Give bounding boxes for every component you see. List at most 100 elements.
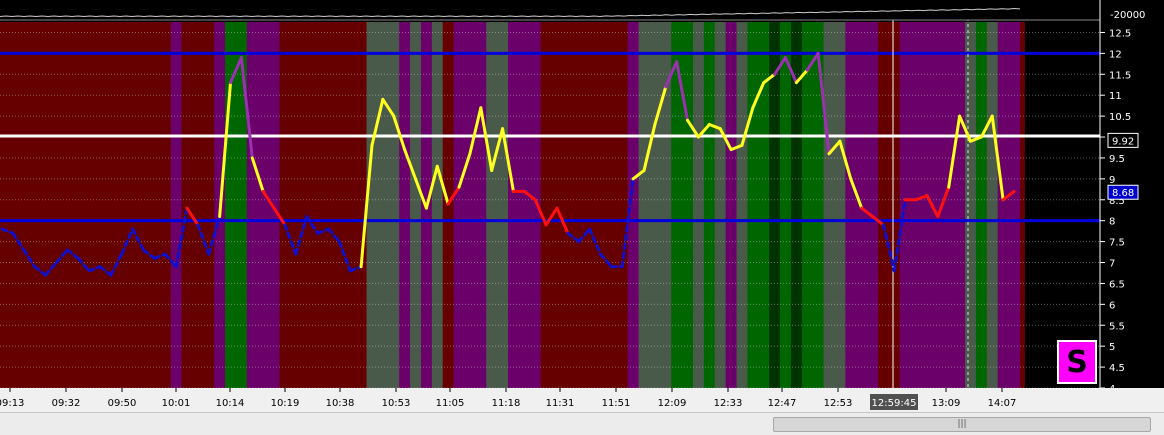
top-panel-label: -20000 [1110,10,1145,21]
band [83,22,96,388]
x-tick-label: 09:13 [0,398,24,409]
band [301,22,313,388]
band [475,22,487,388]
x-tick-label: 12:09 [658,398,687,409]
background-bands [0,0,1164,412]
band [877,22,890,388]
x-tick-label: 11:05 [436,398,465,409]
y-tick-label: 11 [1109,91,1122,102]
band [40,22,52,388]
band [312,22,324,388]
x-tick-label: 11:51 [602,398,631,409]
band [235,22,248,388]
band [246,22,259,388]
band [703,22,716,388]
x-tick-label: 11:31 [546,398,575,409]
scroll-thumb[interactable]: ||| [773,417,1151,432]
band [573,22,585,388]
band [399,22,411,388]
x-tick-label: 10:14 [216,398,245,409]
y-tick-label: 7 [1109,259,1115,270]
x-tick-label: 12:33 [714,398,743,409]
y-tick-label: 12 [1109,49,1122,60]
band [605,22,618,388]
band [377,22,389,388]
band [823,22,836,388]
x-tick-label: 09:32 [52,398,81,409]
y-tick-label: 7.5 [1109,238,1125,249]
band [812,22,825,388]
y-tick-label: 4.5 [1109,363,1125,374]
band [584,22,596,388]
x-tick-label: 14:07 [988,398,1017,409]
x-tick-label: 10:53 [382,398,411,409]
band [290,22,302,388]
signal-badge[interactable]: S [1057,340,1097,384]
band [975,22,988,388]
band [138,22,150,388]
band [7,22,19,388]
y-tick-label: 9 [1109,175,1115,186]
band [18,22,30,388]
band [736,22,748,388]
band [616,22,629,388]
band [638,22,651,388]
x-tick-label: 11:18 [492,398,521,409]
x-tick-label: 12:53 [824,398,853,409]
y-tick-label: 10.5 [1109,112,1131,123]
band [257,22,270,388]
x-tick-label: 10:19 [271,398,300,409]
band [540,22,553,388]
band [453,22,466,388]
band [192,22,204,388]
band [758,22,770,388]
band [986,22,999,388]
band [486,22,498,388]
y-tick-label: 5.5 [1109,321,1125,332]
chart: -20000F 12.51211.51110.5109.598.587.576.… [0,0,1164,412]
y-tick-label: 11.5 [1109,70,1131,81]
band [801,22,814,388]
band [497,22,509,388]
band [1008,22,1021,388]
y-tick-label: 8 [1109,217,1115,228]
band [333,22,346,388]
band [725,22,738,388]
y-tick-label: 5 [1109,342,1115,353]
horizontal-scrollbar[interactable]: ||| [0,412,1164,435]
band [344,22,357,388]
crosshair-time-label: 12:59:45 [872,398,917,409]
band [867,22,879,388]
band [692,22,705,388]
band [508,22,520,388]
band [682,22,694,388]
y-tick-label: 9.5 [1109,154,1125,165]
band [94,22,106,388]
band [834,22,846,388]
band [366,22,379,388]
band [464,22,476,388]
band [910,22,923,388]
x-tick-label: 10:38 [326,398,355,409]
band [410,22,422,388]
y-tick-label: 6.5 [1109,279,1125,290]
band [203,22,215,388]
band [116,22,128,388]
y-tick-label: 12.5 [1109,28,1131,39]
y-marker-label: 8.68 [1112,188,1134,199]
band [845,22,857,388]
band [997,22,1010,388]
band [954,22,966,388]
band [518,22,531,388]
band [72,22,85,388]
band [181,22,194,388]
band [562,22,574,388]
band [965,22,977,388]
band [105,22,117,388]
x-tick-label: 13:09 [932,398,961,409]
band [780,22,792,388]
band [159,22,172,388]
y-marker-label: 9.92 [1112,136,1134,147]
band [888,22,901,388]
band [714,22,727,388]
